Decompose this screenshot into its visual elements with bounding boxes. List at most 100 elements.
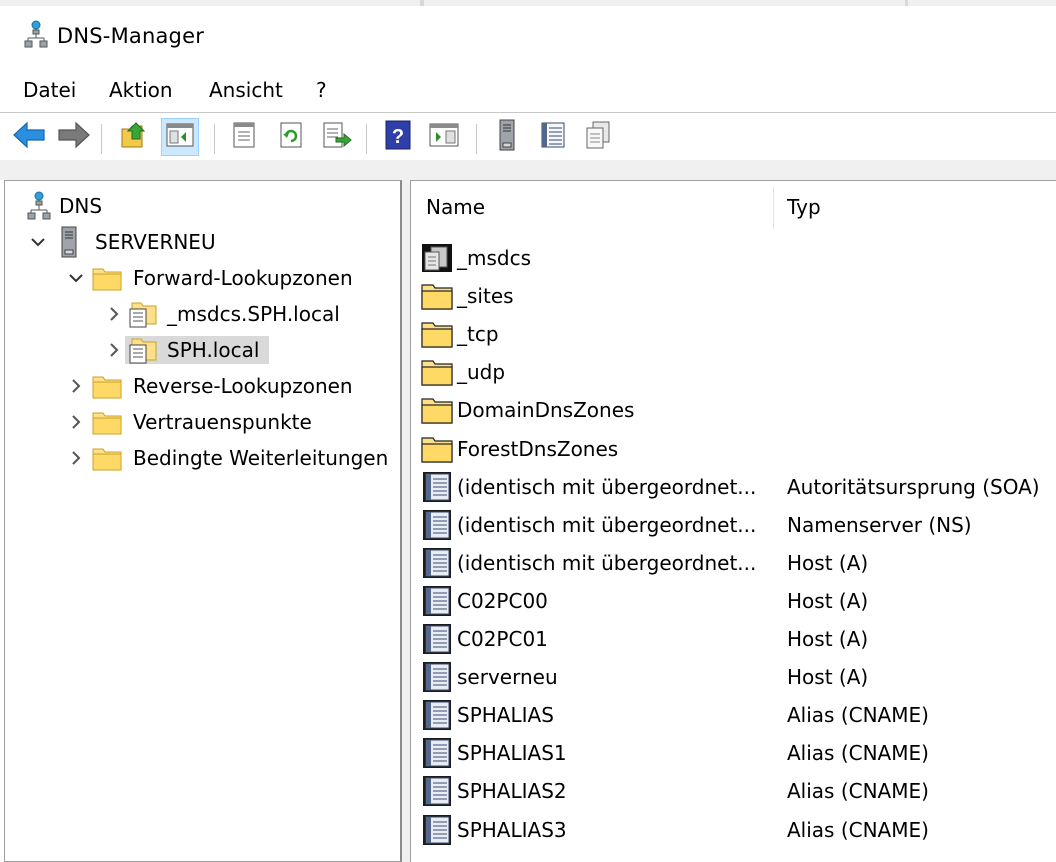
properties-button[interactable] — [225, 118, 263, 156]
chevron-right-icon[interactable] — [103, 339, 125, 361]
list-row[interactable]: serverneu Host (A) — [421, 658, 1051, 696]
column-separator[interactable] — [773, 187, 774, 229]
tree-item-sph-local[interactable]: SPH.local — [103, 333, 270, 367]
list-row[interactable]: SPHALIAS1 Alias (CNAME) — [421, 734, 1051, 772]
show-hide-action-pane-button[interactable] — [425, 118, 463, 156]
tree-item-dns[interactable]: DNS — [25, 189, 108, 223]
row-name: _tcp — [457, 322, 499, 347]
row-name: _udp — [457, 360, 506, 385]
row-type: Autoritätsursprung (SOA) — [787, 474, 1040, 499]
record-list-button[interactable] — [534, 118, 572, 156]
console-tree: DNS SERVERNEU Forward-Lookupzonen _msdcs… — [4, 180, 402, 862]
record-icon — [421, 814, 453, 846]
tree-item-msdcs-sph-local[interactable]: _msdcs.SPH.local — [103, 297, 346, 331]
row-type: Alias (CNAME) — [787, 779, 929, 804]
pane-splitter[interactable] — [402, 180, 410, 862]
menu-datei[interactable]: Datei — [23, 78, 76, 102]
record-icon — [421, 661, 453, 693]
toolbar-gap — [0, 160, 1056, 180]
tree-item-label: Reverse-Lookupzonen — [133, 374, 353, 398]
tree-item-label: SPH.local — [167, 338, 260, 362]
list-row[interactable]: SPHALIAS3 Alias (CNAME) — [421, 811, 1051, 849]
record-icon — [421, 471, 453, 503]
menu-aktion[interactable]: Aktion — [109, 78, 173, 102]
record-list-icon — [540, 121, 566, 153]
properties-icon — [231, 121, 257, 153]
row-name: SPHALIAS — [457, 703, 554, 728]
list-row[interactable]: SPHALIAS2 Alias (CNAME) — [421, 772, 1051, 810]
refresh-icon — [278, 121, 304, 153]
folder-icon — [421, 394, 453, 426]
row-type: Host (A) — [787, 627, 869, 651]
list-row[interactable]: C02PC01 Host (A) — [421, 620, 1051, 658]
menu-help[interactable]: ? — [316, 78, 327, 102]
row-type: Host (A) — [787, 665, 869, 690]
list-row[interactable]: (identisch mit übergeordnet... Host (A) — [421, 544, 1051, 582]
folder-icon — [87, 373, 127, 399]
list-row[interactable]: DomainDnsZones — [421, 391, 1051, 429]
chevron-down-icon[interactable] — [65, 267, 87, 289]
row-name: C02PC01 — [457, 627, 548, 651]
export-list-icon — [322, 121, 352, 153]
toolbar-separator — [214, 124, 215, 154]
title-bar[interactable]: DNS-Manager — [0, 6, 1056, 66]
list-row[interactable]: C02PC00 Host (A) — [421, 582, 1051, 620]
row-type: Alias (CNAME) — [787, 817, 929, 842]
row-type: Host (A) — [787, 588, 869, 613]
row-name: SPHALIAS3 — [457, 817, 567, 842]
list-row[interactable]: _msdcs — [421, 239, 1051, 277]
row-name: serverneu — [457, 665, 558, 690]
refresh-button[interactable] — [272, 118, 310, 156]
chevron-down-icon[interactable] — [27, 231, 49, 253]
list-row[interactable]: (identisch mit übergeordnet... Autoritäts… — [421, 468, 1051, 506]
folder-icon — [421, 356, 453, 388]
row-type: Alias (CNAME) — [787, 703, 929, 728]
forward-button[interactable] — [55, 118, 93, 156]
row-name: SPHALIAS2 — [457, 779, 567, 804]
column-header-name[interactable]: Name — [426, 181, 771, 233]
tree-item-reverse-lookup-zones[interactable]: Reverse-Lookupzonen — [65, 369, 359, 403]
folder-icon — [87, 409, 127, 435]
list-row[interactable]: _sites — [421, 277, 1051, 315]
list-row[interactable]: ForestDnsZones — [421, 430, 1051, 468]
copy-icon — [583, 120, 613, 154]
chevron-right-icon[interactable] — [65, 411, 87, 433]
row-type: Alias (CNAME) — [787, 741, 929, 766]
tree-item-trust-points[interactable]: Vertrauenspunkte — [65, 405, 318, 439]
back-button[interactable] — [10, 118, 48, 156]
list-row[interactable]: _udp — [421, 353, 1051, 391]
record-icon — [421, 509, 453, 541]
up-one-level-button[interactable] — [116, 118, 154, 156]
help-button[interactable]: ? — [379, 118, 417, 156]
tree-item-label: _msdcs.SPH.local — [167, 302, 340, 326]
tree-item-label: Bedingte Weiterleitungen — [133, 446, 389, 470]
menu-ansicht[interactable]: Ansicht — [209, 78, 283, 102]
tree-item-forward-lookup-zones[interactable]: Forward-Lookupzonen — [65, 261, 359, 295]
record-icon — [421, 737, 453, 769]
help-icon: ? — [384, 120, 412, 154]
server-button[interactable] — [488, 118, 526, 156]
list-row[interactable]: (identisch mit übergeordnet... Namenserve… — [421, 506, 1051, 544]
show-hide-console-tree-button[interactable] — [161, 118, 199, 156]
export-list-button[interactable] — [318, 118, 356, 156]
copy-button[interactable] — [579, 118, 617, 156]
list-row[interactable]: SPHALIAS Alias (CNAME) — [421, 696, 1051, 734]
dns-root-icon — [25, 191, 53, 221]
server-icon — [49, 226, 89, 258]
column-header-type[interactable]: Typ — [787, 181, 1047, 233]
chevron-right-icon[interactable] — [65, 447, 87, 469]
tree-item-serverneu[interactable]: SERVERNEU — [27, 225, 222, 259]
record-icon — [421, 585, 453, 617]
back-arrow-icon — [12, 120, 46, 154]
list-row[interactable]: _tcp — [421, 315, 1051, 353]
delegated-zone-icon — [421, 242, 453, 274]
server-icon — [497, 119, 517, 155]
folder-icon — [421, 318, 453, 350]
zone-icon — [125, 300, 161, 328]
record-icon — [421, 775, 453, 807]
folder-icon — [87, 445, 127, 471]
chevron-right-icon[interactable] — [65, 375, 87, 397]
tree-item-conditional-forwarders[interactable]: Bedingte Weiterleitungen — [65, 441, 394, 475]
chevron-right-icon[interactable] — [103, 303, 125, 325]
tree-item-label: SERVERNEU — [95, 230, 216, 254]
